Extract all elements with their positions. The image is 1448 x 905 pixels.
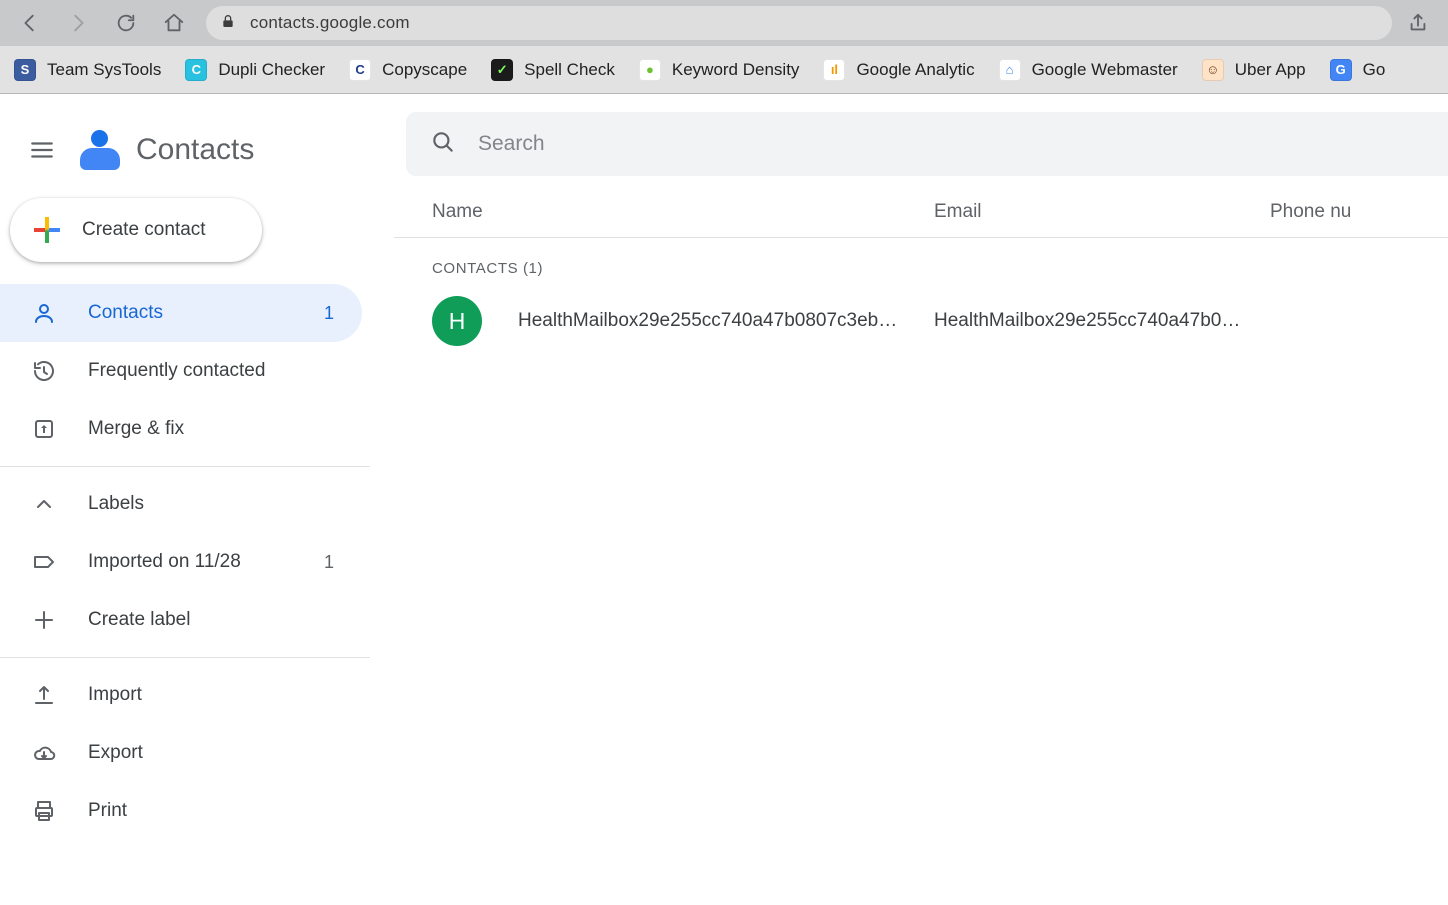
app-logo[interactable]: Contacts xyxy=(80,130,254,170)
tag-icon xyxy=(32,550,56,574)
avatar: H xyxy=(432,296,482,346)
person-icon xyxy=(32,301,56,325)
bookmark-label: Team SysTools xyxy=(47,60,161,80)
nav-item-count: 1 xyxy=(324,552,334,573)
lock-icon xyxy=(220,12,236,35)
sidebar-item-merge-fix[interactable]: Merge & fix xyxy=(0,400,362,458)
cloud-icon xyxy=(32,741,56,765)
contact-email: HealthMailbox29e255cc740a47b0… xyxy=(934,310,1270,332)
bookmark-label: Uber App xyxy=(1235,60,1306,80)
column-headers: Name Email Phone nu xyxy=(394,186,1448,238)
nav-item-label: Merge & fix xyxy=(88,418,334,440)
app-title: Contacts xyxy=(136,133,254,167)
bookmark-label: Go xyxy=(1363,60,1386,80)
bookmark-item[interactable]: G Go xyxy=(1326,53,1400,87)
nav-item-label: Contacts xyxy=(88,302,292,324)
merge-icon xyxy=(32,417,56,441)
plus-icon xyxy=(34,217,60,243)
back-button[interactable] xyxy=(8,3,52,43)
bookmark-item[interactable]: C Dupli Checker xyxy=(181,53,339,87)
favicon-icon: ☺ xyxy=(1202,59,1224,81)
bookmarks-bar: S Team SysTools C Dupli Checker C Copyscape ✓ S… xyxy=(0,46,1448,94)
nav-item-label: Frequently contacted xyxy=(88,360,334,382)
sidebar-label-item[interactable]: Imported on 11/28 1 xyxy=(0,533,362,591)
favicon-icon: ✓ xyxy=(491,59,513,81)
bookmark-item[interactable]: ✓ Spell Check xyxy=(487,53,629,87)
sidebar-item-frequently-contacted[interactable]: Frequently contacted xyxy=(0,342,362,400)
sidebar: Contacts Create contact Contacts 1 Frequ… xyxy=(0,94,370,905)
main-panel: Name Email Phone nu CONTACTS (1) H Healt… xyxy=(370,94,1448,905)
app-container: Contacts Create contact Contacts 1 Frequ… xyxy=(0,94,1448,905)
sidebar-action-print[interactable]: Print xyxy=(0,782,362,840)
nav-primary: Contacts 1 Frequently contacted Merge & … xyxy=(0,284,370,458)
nav-divider xyxy=(0,657,370,658)
address-bar[interactable]: contacts.google.com xyxy=(206,6,1392,40)
section-label: CONTACTS (1) xyxy=(394,238,1448,289)
column-name[interactable]: Name xyxy=(432,201,934,223)
upload-icon xyxy=(32,683,56,707)
forward-button[interactable] xyxy=(56,3,100,43)
nav-labels: Imported on 11/28 1 xyxy=(0,533,370,591)
create-contact-label: Create contact xyxy=(82,219,206,241)
plus-thin-icon xyxy=(32,608,56,632)
sidebar-action-import[interactable]: Import xyxy=(0,666,362,724)
search-icon xyxy=(430,129,456,160)
url-text: contacts.google.com xyxy=(250,13,410,33)
favicon-icon: S xyxy=(14,59,36,81)
history-icon xyxy=(32,359,56,383)
bookmark-item[interactable]: ıl Google Analytic xyxy=(819,53,988,87)
print-icon xyxy=(32,799,56,823)
reload-button[interactable] xyxy=(104,3,148,43)
contact-name: HealthMailbox29e255cc740a47b0807c3eb… xyxy=(518,310,934,332)
nav-divider xyxy=(0,466,370,467)
contacts-logo-icon xyxy=(80,130,120,170)
contacts-list: H HealthMailbox29e255cc740a47b0807c3eb… … xyxy=(370,289,1448,353)
bookmark-item[interactable]: ☺ Uber App xyxy=(1198,53,1320,87)
search-bar[interactable] xyxy=(406,112,1448,176)
bookmark-item[interactable]: ⌂ Google Webmaster xyxy=(995,53,1192,87)
bookmark-label: Copyscape xyxy=(382,60,467,80)
favicon-icon: C xyxy=(349,59,371,81)
home-button[interactable] xyxy=(152,3,196,43)
bookmark-item[interactable]: C Copyscape xyxy=(345,53,481,87)
nav-item-label: Export xyxy=(88,742,334,764)
favicon-icon: ⌂ xyxy=(999,59,1021,81)
chevron-up-icon xyxy=(32,492,56,516)
bookmark-item[interactable]: ● Keyword Density xyxy=(635,53,814,87)
nav-item-count: 1 xyxy=(324,303,334,324)
favicon-icon: C xyxy=(185,59,207,81)
bookmark-label: Google Analytic xyxy=(856,60,974,80)
bookmark-label: Google Webmaster xyxy=(1032,60,1178,80)
app-header: Contacts xyxy=(0,112,370,188)
nav-item-label: Import xyxy=(88,684,334,706)
contact-row[interactable]: H HealthMailbox29e255cc740a47b0807c3eb… … xyxy=(394,289,1448,353)
nav-item-label: Print xyxy=(88,800,334,822)
create-contact-button[interactable]: Create contact xyxy=(10,198,262,262)
search-input[interactable] xyxy=(478,132,1448,156)
favicon-icon: ● xyxy=(639,59,661,81)
column-email[interactable]: Email xyxy=(934,201,1270,223)
labels-header[interactable]: Labels xyxy=(0,475,362,533)
menu-button[interactable] xyxy=(18,126,66,174)
sidebar-action-export[interactable]: Export xyxy=(0,724,362,782)
sidebar-item-contacts[interactable]: Contacts 1 xyxy=(0,284,362,342)
create-label-label: Create label xyxy=(88,609,334,631)
bookmark-label: Dupli Checker xyxy=(218,60,325,80)
favicon-icon: ıl xyxy=(823,59,845,81)
bookmark-label: Keyword Density xyxy=(672,60,800,80)
share-button[interactable] xyxy=(1396,12,1440,34)
nav-actions: Import Export Print xyxy=(0,666,370,840)
create-label-button[interactable]: Create label xyxy=(0,591,362,649)
nav-item-label: Imported on 11/28 xyxy=(88,551,292,573)
browser-toolbar: contacts.google.com xyxy=(0,0,1448,46)
labels-header-label: Labels xyxy=(88,493,334,515)
column-phone[interactable]: Phone nu xyxy=(1270,201,1351,223)
bookmark-item[interactable]: S Team SysTools xyxy=(10,53,175,87)
bookmark-label: Spell Check xyxy=(524,60,615,80)
favicon-icon: G xyxy=(1330,59,1352,81)
